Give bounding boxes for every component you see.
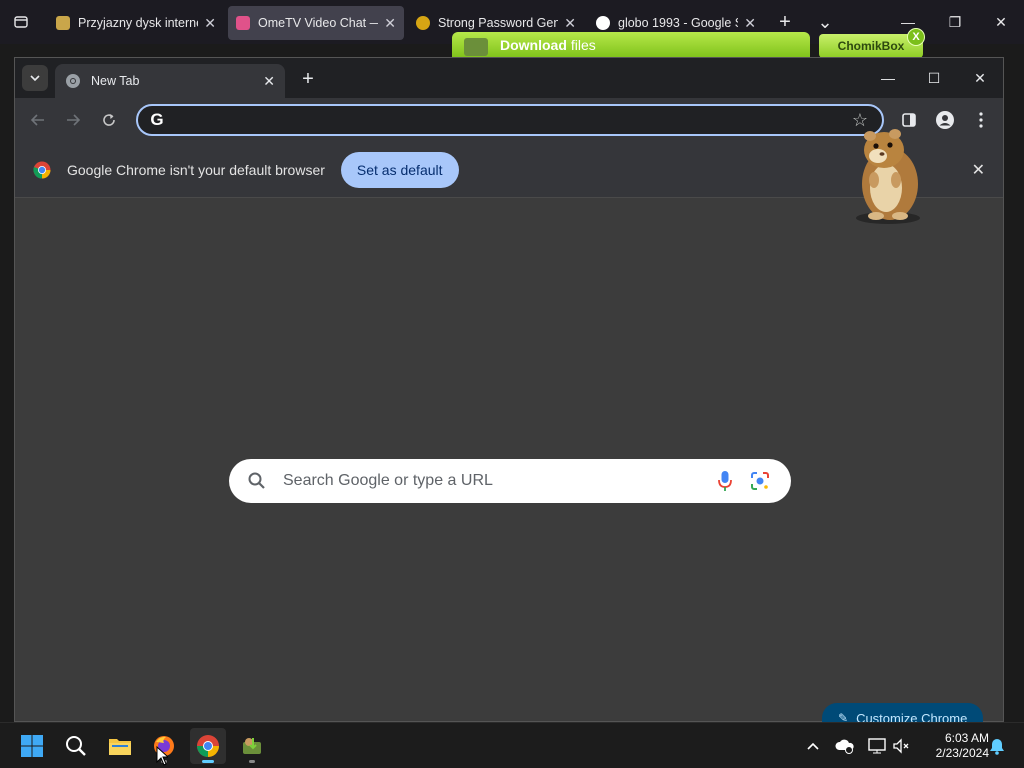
firefox-view-icon[interactable] bbox=[6, 8, 36, 36]
google-lens-icon[interactable] bbox=[749, 470, 771, 492]
set-as-default-button[interactable]: Set as default bbox=[340, 151, 459, 188]
ometv-favicon-icon bbox=[236, 16, 250, 30]
chrome-logo-icon bbox=[33, 161, 51, 178]
tab-new-tab[interactable]: New Tab ✕ bbox=[55, 64, 285, 98]
running-indicator bbox=[249, 760, 255, 763]
volume-muted-icon[interactable] bbox=[889, 734, 913, 758]
background-close-icon[interactable]: ✕ bbox=[986, 8, 1016, 36]
new-tab-page: Search Google or type a URL ✎ Customize … bbox=[15, 199, 1003, 733]
network-icon[interactable] bbox=[865, 734, 889, 758]
forward-icon[interactable] bbox=[59, 106, 87, 134]
maximize-button[interactable]: ☐ bbox=[914, 64, 954, 92]
google-favicon-icon bbox=[596, 16, 610, 30]
download-label: Download bbox=[500, 37, 567, 53]
taskbar-search-icon[interactable] bbox=[58, 728, 94, 764]
chevron-down-icon bbox=[30, 75, 40, 82]
files-label: files bbox=[570, 37, 596, 53]
background-list-tabs-button[interactable]: ⌄ bbox=[810, 8, 840, 36]
system-clock[interactable]: 6:03 AM 2/23/2024 bbox=[917, 731, 989, 761]
chomikbox-close-button[interactable]: X bbox=[907, 28, 925, 46]
new-tab-button[interactable]: + bbox=[295, 66, 321, 92]
chomikbox-taskbar-icon[interactable] bbox=[234, 728, 270, 764]
close-tab-icon[interactable]: ✕ bbox=[263, 73, 275, 90]
ntp-search-box[interactable]: Search Google or type a URL bbox=[229, 459, 791, 503]
profile-avatar-icon[interactable] bbox=[931, 106, 959, 134]
active-indicator bbox=[202, 760, 214, 763]
close-icon[interactable]: ✕ bbox=[384, 15, 396, 32]
tab-search-button[interactable] bbox=[22, 65, 48, 91]
tab-label: OmeTV Video Chat — bbox=[258, 16, 379, 30]
download-box-icon bbox=[464, 38, 488, 56]
google-g-icon: G bbox=[150, 110, 164, 129]
reload-icon[interactable] bbox=[95, 106, 123, 134]
taskbar: 6:03 AM 2/23/2024 bbox=[0, 722, 1024, 768]
infobar-close-icon[interactable]: ✕ bbox=[972, 160, 985, 180]
search-placeholder: Search Google or type a URL bbox=[283, 472, 493, 489]
close-window-button[interactable]: ✕ bbox=[960, 64, 1000, 92]
mouse-cursor-icon bbox=[156, 746, 168, 766]
background-restore-icon[interactable]: ❐ bbox=[940, 8, 970, 36]
omnibox[interactable]: G ☆ bbox=[136, 104, 884, 136]
chomikuj-favicon-icon bbox=[56, 16, 70, 30]
chrome-taskbar-icon[interactable] bbox=[190, 728, 226, 764]
desktop: Przyjazny dysk internet ✕ OmeTV Video Ch… bbox=[0, 0, 1024, 768]
clock-date: 2/23/2024 bbox=[935, 746, 989, 760]
clock-time: 6:03 AM bbox=[944, 731, 989, 745]
close-icon[interactable]: ✕ bbox=[564, 15, 576, 32]
tab-label: New Tab bbox=[91, 74, 140, 88]
tab-label: Przyjazny dysk internet bbox=[78, 16, 199, 30]
notification-bell-icon[interactable] bbox=[985, 734, 1009, 758]
start-windows-icon[interactable] bbox=[14, 728, 50, 764]
password-favicon-icon bbox=[416, 16, 430, 30]
file-explorer-icon[interactable] bbox=[102, 728, 138, 764]
hamster-mascot-image[interactable] bbox=[840, 118, 930, 228]
background-tab-chomikuj[interactable]: Przyjazny dysk internet ✕ bbox=[48, 6, 224, 40]
chrome-tab-strip: New Tab ✕ + — ☐ ✕ bbox=[15, 58, 1003, 98]
voice-search-mic-icon[interactable] bbox=[715, 469, 735, 493]
back-icon[interactable] bbox=[24, 106, 52, 134]
search-icon bbox=[248, 472, 265, 489]
close-icon[interactable]: ✕ bbox=[204, 15, 216, 32]
minimize-button[interactable]: — bbox=[868, 64, 908, 92]
chrome-favicon-icon bbox=[66, 74, 80, 88]
more-menu-icon[interactable] bbox=[967, 106, 995, 134]
onedrive-icon[interactable] bbox=[833, 734, 857, 758]
show-hidden-icons-chevron-icon[interactable] bbox=[801, 734, 825, 758]
tab-label: Strong Password Gener bbox=[438, 16, 559, 30]
close-icon[interactable]: ✕ bbox=[744, 15, 756, 32]
infobar-message: Google Chrome isn't your default browser bbox=[67, 161, 325, 178]
tab-label: globo 1993 - Google Se bbox=[618, 16, 739, 30]
download-files-banner[interactable]: Download files bbox=[452, 32, 810, 58]
background-tab-ometv[interactable]: OmeTV Video Chat — ✕ bbox=[228, 6, 404, 40]
address-input[interactable] bbox=[175, 112, 848, 128]
